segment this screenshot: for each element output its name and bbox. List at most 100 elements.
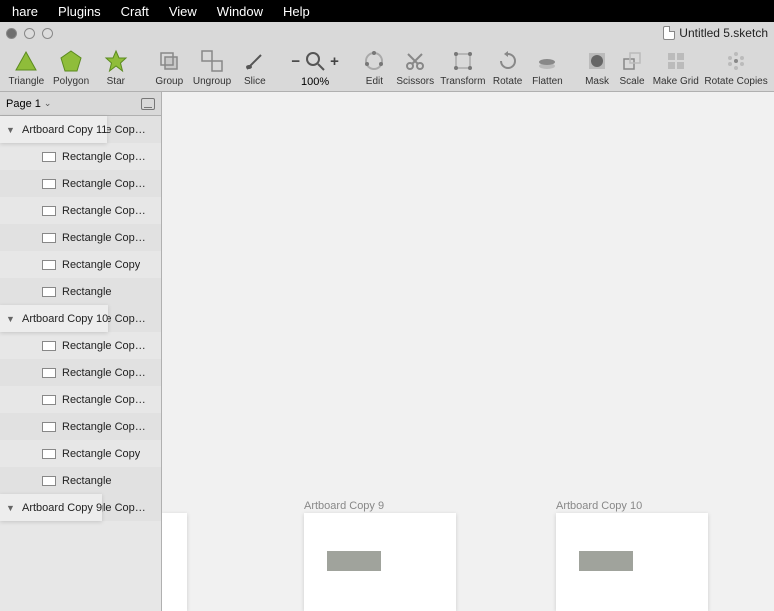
traffic-close[interactable] [6, 28, 17, 39]
rectangle-layer-icon [42, 152, 56, 162]
scissors-icon [404, 46, 426, 76]
menu-hare[interactable]: hare [2, 4, 48, 19]
menubar: hare Plugins Craft View Window Help [0, 0, 774, 22]
menu-window[interactable]: Window [207, 4, 273, 19]
tool-scale[interactable]: Scale [615, 46, 650, 87]
layer-label: Rectangle Cop… [62, 394, 146, 406]
menu-help[interactable]: Help [273, 4, 320, 19]
tool-rotate[interactable]: Rotate [488, 46, 527, 87]
tool-rotatecopies[interactable]: Rotate Copies [702, 46, 770, 87]
layer-item[interactable]: Rectangle [0, 278, 161, 305]
rectangle-layer-icon [42, 287, 56, 297]
zoom-in-icon[interactable]: + [330, 53, 339, 70]
layer-item[interactable]: Rectangle Cop… [0, 386, 161, 413]
menu-craft[interactable]: Craft [111, 4, 159, 19]
mask-icon [586, 46, 608, 76]
tool-group[interactable]: Group [150, 46, 189, 87]
group-icon [157, 46, 181, 76]
layer-label: Rectangle Cop… [62, 178, 146, 190]
artboard-label[interactable]: Artboard Copy 10 [556, 500, 642, 512]
tool-transform[interactable]: Transform [438, 46, 489, 87]
flatten-icon [536, 46, 558, 76]
menu-plugins[interactable]: Plugins [48, 4, 111, 19]
tool-polygon[interactable]: Polygon [49, 46, 94, 87]
layer-artboard[interactable]: ▼ Artboard Copy 11 [0, 116, 107, 143]
rotatecopies-icon [725, 46, 747, 76]
document-title: Untitled 5.sketch [679, 26, 768, 40]
traffic-zoom[interactable] [42, 28, 53, 39]
rectangle-layer-icon [42, 476, 56, 486]
layer-item[interactable]: Rectangle Cop… [0, 224, 161, 251]
rectangle-layer-icon [42, 341, 56, 351]
traffic-lights [6, 28, 53, 39]
window-titlebar: Untitled 5.sketch [0, 22, 774, 44]
tool-flatten[interactable]: Flatten [527, 46, 568, 87]
edit-icon [363, 46, 385, 76]
traffic-minimize[interactable] [24, 28, 35, 39]
layer-item[interactable]: Rectangle Cop… [0, 332, 161, 359]
layer-label: Artboard Copy 10 [22, 313, 108, 325]
layer-label: Artboard Copy 11 [22, 124, 107, 136]
layer-label: Rectangle [62, 475, 112, 487]
disclosure-triangle-icon[interactable]: ▼ [6, 125, 16, 135]
artboard[interactable] [304, 513, 456, 611]
rectangle-layer-icon [42, 395, 56, 405]
zoom-out-icon[interactable]: − [291, 53, 300, 70]
layer-item[interactable]: Rectangle Cop… [0, 197, 161, 224]
layer-item[interactable]: Rectangle [0, 467, 161, 494]
tool-makegrid[interactable]: Make Grid [650, 46, 703, 87]
rotate-icon [497, 46, 519, 76]
chevron-down-icon: ⌄ [44, 98, 52, 109]
triangle-icon [14, 46, 38, 76]
layer-item[interactable]: Rectangle Cop… [0, 143, 161, 170]
menu-view[interactable]: View [159, 4, 207, 19]
layer-artboard[interactable]: ▼ Artboard Copy 9 [0, 494, 102, 521]
rectangle-layer-icon [42, 368, 56, 378]
layer-label: Rectangle Copy [62, 259, 140, 271]
layer-label: Rectangle [62, 286, 112, 298]
layer-item[interactable]: Rectangle Cop… [0, 170, 161, 197]
layers-sidebar: Page 1⌄ ▼Artboard Copy 11Rectangle Cop…R… [0, 92, 162, 611]
rectangle-layer-icon [42, 179, 56, 189]
tool-ungroup[interactable]: Ungroup [189, 46, 236, 87]
tool-edit[interactable]: Edit [356, 46, 393, 87]
makegrid-icon [665, 46, 687, 76]
rectangle-layer-icon [42, 206, 56, 216]
layer-label: Rectangle Cop… [62, 421, 146, 433]
tool-zoom[interactable]: − + 100% [286, 46, 344, 88]
star-icon [104, 46, 128, 76]
tool-star[interactable]: Star [93, 46, 138, 87]
disclosure-triangle-icon[interactable]: ▼ [6, 503, 16, 513]
layer-list[interactable]: ▼Artboard Copy 11Rectangle Cop…Rectangle… [0, 116, 161, 611]
tool-slice[interactable]: Slice [235, 46, 274, 87]
rectangle-layer-icon [42, 449, 56, 459]
artboard-label[interactable]: Artboard Copy 9 [304, 500, 384, 512]
polygon-icon [59, 46, 83, 76]
layer-item[interactable]: Rectangle Cop… [0, 359, 161, 386]
layer-label: Rectangle Cop… [62, 151, 146, 163]
layer-label: Rectangle Cop… [62, 205, 146, 217]
transform-icon [452, 46, 474, 76]
layer-item[interactable]: Rectangle Copy [0, 251, 161, 278]
toolbar: Triangle Polygon Star Group Ungroup Slic… [0, 44, 774, 92]
layer-item[interactable]: Rectangle Cop… [0, 413, 161, 440]
tool-triangle[interactable]: Triangle [4, 46, 49, 87]
tool-scissors[interactable]: Scissors [393, 46, 438, 87]
shape-rectangle[interactable] [327, 551, 381, 571]
layer-artboard[interactable]: ▼ Artboard Copy 10 [0, 305, 108, 332]
artboard[interactable] [556, 513, 708, 611]
tool-mask[interactable]: Mask [580, 46, 615, 87]
canvas[interactable]: ➤ Artboard Copy 9Artboard Copy 10 [162, 92, 774, 611]
layer-item[interactable]: Rectangle Copy [0, 440, 161, 467]
page-selector[interactable]: Page 1⌄ [0, 92, 161, 116]
disclosure-triangle-icon[interactable]: ▼ [6, 314, 16, 324]
document-icon [663, 26, 675, 40]
layer-label: Rectangle Copy [62, 448, 140, 460]
page-list-icon[interactable] [141, 98, 155, 110]
artboard[interactable] [162, 513, 187, 611]
shape-rectangle[interactable] [579, 551, 633, 571]
layer-label: Rectangle Cop… [62, 232, 146, 244]
layer-label: Artboard Copy 9 [22, 502, 102, 514]
slice-icon [243, 46, 267, 76]
magnifier-icon [304, 50, 326, 72]
